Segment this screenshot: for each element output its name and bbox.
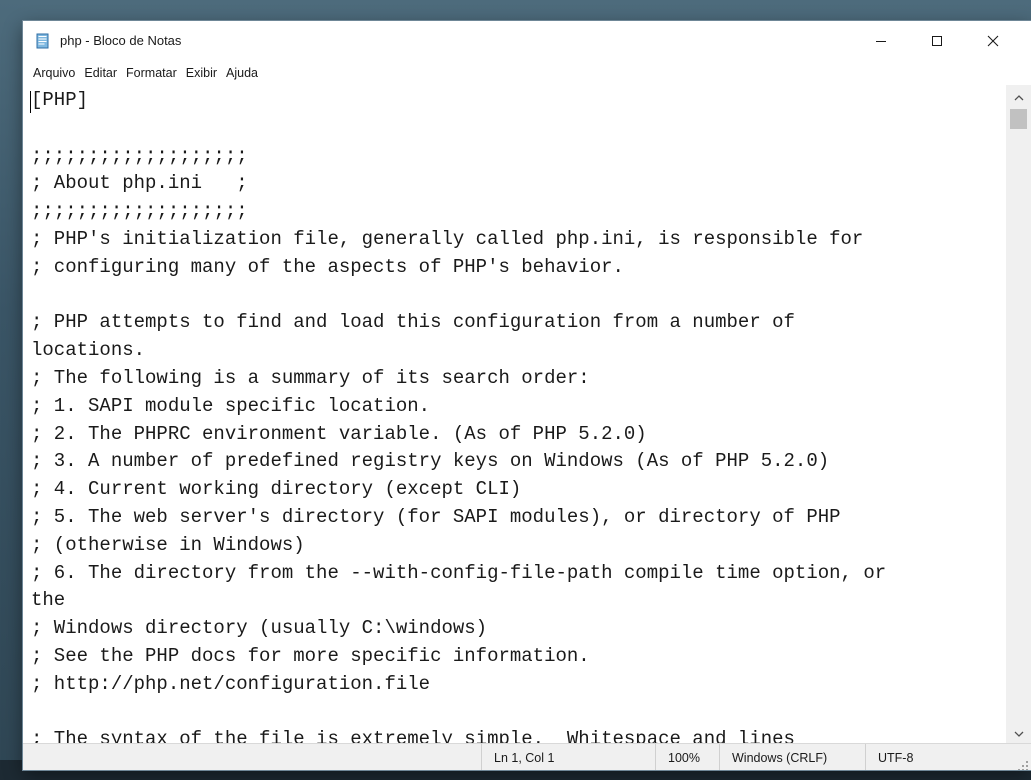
- scroll-down-button[interactable]: [1006, 721, 1031, 743]
- maximize-icon: [931, 32, 943, 51]
- minimize-icon: [875, 32, 887, 51]
- notepad-window: php - Bloco de Notas Arquivo Editar Form…: [23, 21, 1031, 770]
- minimize-button[interactable]: [853, 21, 909, 61]
- editor-line: [PHP]: [31, 89, 89, 111]
- editor-line: ; configuring many of the aspects of PHP…: [31, 255, 624, 278]
- editor-content[interactable]: [PHP] ;;;;;;;;;;;;;;;;;;; ; About php.in…: [31, 87, 886, 743]
- text-caret: [30, 91, 31, 113]
- editor-line: ; 3. A number of predefined registry key…: [31, 450, 830, 473]
- editor-line: ; Windows directory (usually C:\windows): [31, 617, 488, 640]
- editor-line: ; The following is a summary of its sear…: [31, 366, 590, 389]
- menu-editar[interactable]: Editar: [80, 64, 121, 82]
- maximize-button[interactable]: [909, 21, 965, 61]
- editor-line: ;;;;;;;;;;;;;;;;;;;: [31, 200, 248, 223]
- scroll-up-button[interactable]: [1006, 85, 1031, 107]
- editor-line: ; 2. The PHPRC environment variable. (As…: [31, 422, 647, 445]
- status-bar: Ln 1, Col 1 100% Windows (CRLF) UTF-8: [23, 743, 1031, 770]
- title-bar[interactable]: php - Bloco de Notas: [23, 21, 1031, 61]
- editor-line: ; About php.ini ;: [31, 172, 248, 195]
- editor-line: ; 5. The web server's directory (for SAP…: [31, 505, 841, 528]
- notepad-icon[interactable]: [35, 33, 51, 49]
- editor-line: locations.: [31, 339, 146, 362]
- editor-line: the: [31, 589, 66, 612]
- status-zoom-level: 100%: [655, 744, 719, 770]
- editor-line: ; 1. SAPI module specific location.: [31, 394, 431, 417]
- editor-line: ; http://php.net/configuration.file: [31, 672, 431, 695]
- resize-grip-icon[interactable]: [1017, 757, 1029, 770]
- window-title: php - Bloco de Notas: [60, 33, 182, 48]
- close-button[interactable]: [965, 21, 1021, 61]
- text-editor-area[interactable]: [PHP] ;;;;;;;;;;;;;;;;;;; ; About php.in…: [23, 85, 1006, 743]
- editor-line: ; PHP's initialization file, generally c…: [31, 227, 864, 250]
- menu-formatar[interactable]: Formatar: [122, 64, 181, 82]
- editor-line: ; PHP attempts to find and load this con…: [31, 311, 795, 334]
- chevron-up-icon: [1014, 87, 1024, 106]
- chevron-down-icon: [1014, 723, 1024, 742]
- status-line-ending: Windows (CRLF): [719, 744, 865, 770]
- editor-line: ; (otherwise in Windows): [31, 533, 305, 556]
- editor-line: ; The syntax of the file is extremely si…: [31, 728, 795, 743]
- menu-ajuda[interactable]: Ajuda: [222, 64, 262, 82]
- desktop-background: php - Bloco de Notas Arquivo Editar Form…: [0, 0, 1031, 780]
- menu-bar: Arquivo Editar Formatar Exibir Ajuda: [23, 61, 1031, 85]
- editor-line: ; 4. Current working directory (except C…: [31, 478, 522, 501]
- scroll-thumb[interactable]: [1010, 109, 1027, 129]
- close-icon: [987, 32, 999, 51]
- menu-exibir[interactable]: Exibir: [182, 64, 221, 82]
- editor-line: ; See the PHP docs for more specific inf…: [31, 644, 590, 667]
- editor-line: ; 6. The directory from the --with-confi…: [31, 561, 887, 584]
- editor-line: ;;;;;;;;;;;;;;;;;;;: [31, 144, 248, 167]
- menu-arquivo[interactable]: Arquivo: [29, 64, 79, 82]
- status-encoding: UTF-8: [865, 744, 1005, 770]
- vertical-scrollbar[interactable]: [1006, 85, 1031, 743]
- status-cursor-position: Ln 1, Col 1: [481, 744, 655, 770]
